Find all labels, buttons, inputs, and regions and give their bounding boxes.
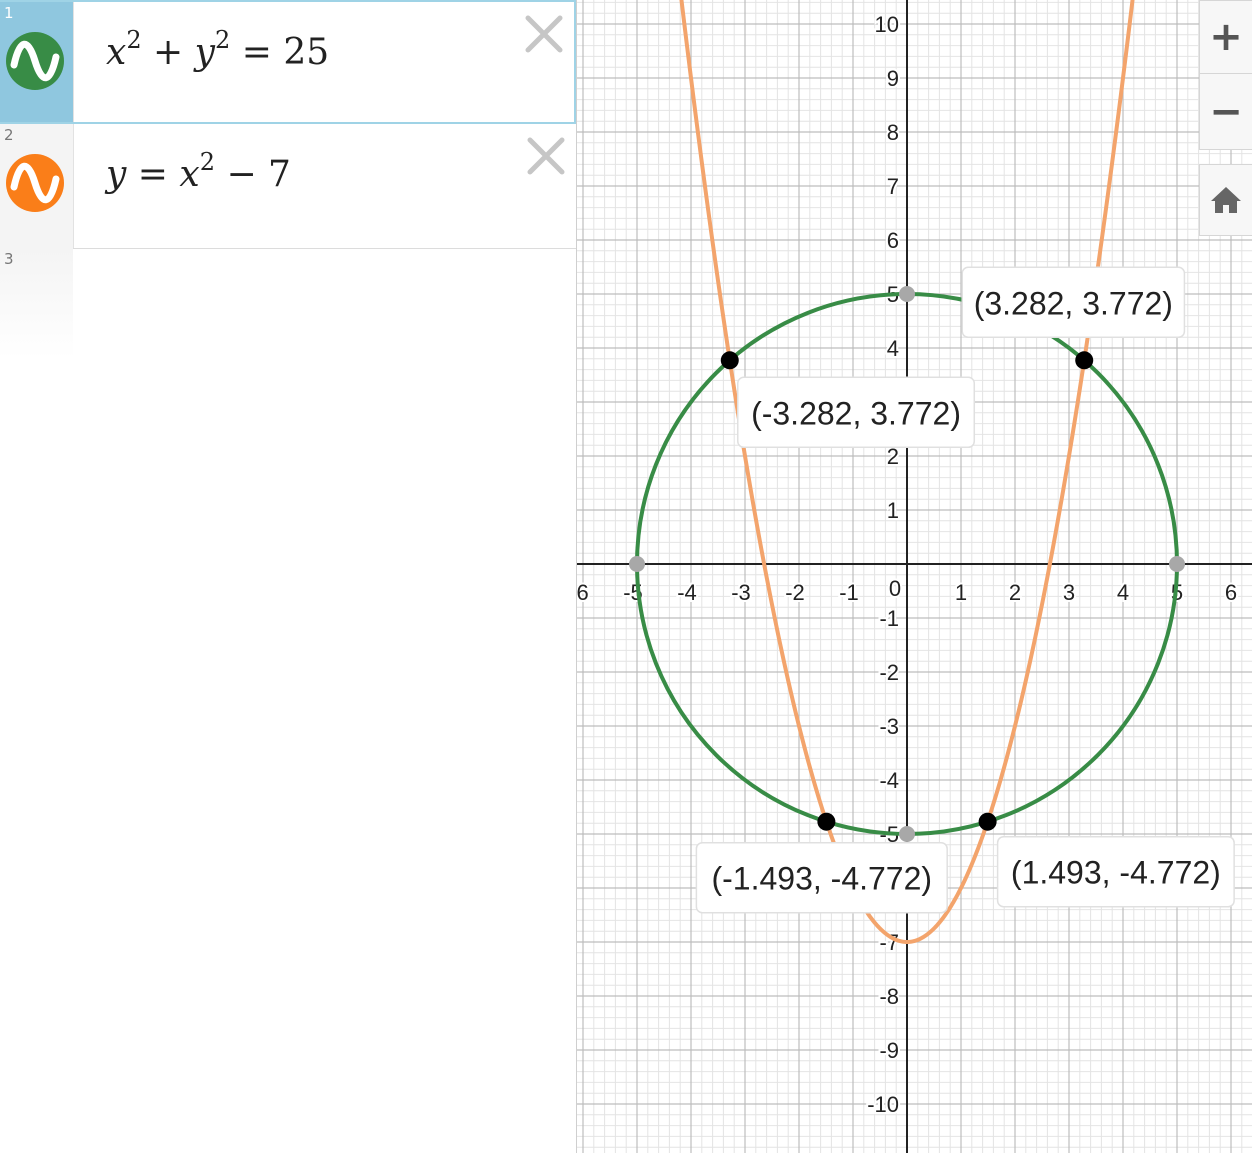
grid-major [577,0,1252,1153]
tick-label: -1 [839,580,859,605]
point-coordinate-label: (-1.493, -4.772) [711,861,932,897]
zoom-out-button[interactable]: − [1199,74,1252,150]
graph-wave-icon[interactable] [6,32,64,90]
point-label: (-1.493, -4.772) [695,841,948,914]
point-label: (1.493, -4.772) [996,835,1235,908]
key-point [1169,556,1185,572]
point-coordinate-label: (-3.282, 3.772) [751,395,961,431]
tick-label: -4 [879,768,899,793]
minus-icon: − [1209,88,1243,135]
tick-label: 7 [887,174,899,199]
expression-math-field[interactable]: y = x2 − 7 [106,148,291,195]
tick-label: -2 [785,580,805,605]
row-number: 1 [4,4,14,22]
point-label: (3.282, 3.772) [961,266,1186,339]
expression-row-2[interactable]: 2 y = x2 − 7 [0,124,576,249]
intersection-point [978,812,997,831]
zoom-in-button[interactable]: + [1199,0,1252,74]
tick-label: 8 [887,120,899,145]
math-token: 2 [199,148,215,176]
grid-minor [577,0,1252,1153]
tick-label: 6 [887,228,899,253]
math-token: 2 [215,26,231,54]
tick-label: -1 [879,606,899,631]
tick-label: 1 [955,580,967,605]
math-token: = 25 [230,32,330,73]
math-token: y [194,32,215,73]
tick-label: 4 [887,336,899,361]
default-viewport-button[interactable] [1199,164,1252,236]
tick-label: -3 [879,714,899,739]
delete-expression-button[interactable] [526,136,566,176]
close-icon [525,15,563,53]
expression-list: 1 x2 + y2 = 25 2 y = x2 − 7 3 [0,0,577,1153]
expression-row-1[interactable]: 1 x2 + y2 = 25 [0,0,576,124]
point-label: (-3.282, 3.772) [737,376,976,449]
math-token: = [126,154,180,195]
tick-label: -10 [867,1092,899,1117]
graph-wave-icon[interactable] [6,154,64,212]
row-number: 3 [4,250,14,268]
expression-gutter: 3 [0,248,73,358]
key-point [899,826,915,842]
tick-label: 4 [1117,580,1129,605]
math-token: + [141,32,195,73]
math-token: − 7 [215,154,291,195]
home-icon [1211,187,1241,213]
intersection-point [1075,351,1094,370]
math-token: x [179,154,200,195]
tick-label: 6 [1225,580,1237,605]
expression-gutter[interactable]: 2 [0,124,74,248]
plus-icon: + [1209,14,1243,60]
tick-label: -3 [731,580,751,605]
math-token: 2 [126,26,142,54]
graph-canvas[interactable]: -6-5-4-3-2-112345610987654321-1-2-3-4-5-… [577,0,1252,1153]
key-point [899,286,915,302]
tick-label: -6 [577,580,589,605]
expression-row-3[interactable]: 3 [0,248,576,358]
expression-gutter[interactable]: 1 [0,2,74,122]
tick-label: 2 [1009,580,1021,605]
tick-label: -4 [677,580,697,605]
delete-expression-button[interactable] [524,14,564,54]
point-coordinate-label: (3.282, 3.772) [974,285,1173,321]
point-coordinate-label: (1.493, -4.772) [1011,855,1221,891]
tick-label: -2 [879,660,899,685]
math-token: y [106,154,127,195]
tick-label: 1 [887,498,899,523]
close-icon [527,137,565,175]
intersection-point [720,351,739,370]
tick-label: 0 [889,576,901,601]
tick-label: 9 [887,66,899,91]
tick-label: 3 [1063,580,1075,605]
tick-label: -8 [879,984,899,1009]
row-number: 2 [4,126,14,144]
intersection-point [817,812,836,831]
tick-label: -9 [879,1038,899,1063]
tick-label: 10 [875,12,899,37]
axes [577,0,1252,1153]
expression-math-field[interactable]: x2 + y2 = 25 [106,26,330,73]
math-token: x [106,32,127,73]
key-point [629,556,645,572]
